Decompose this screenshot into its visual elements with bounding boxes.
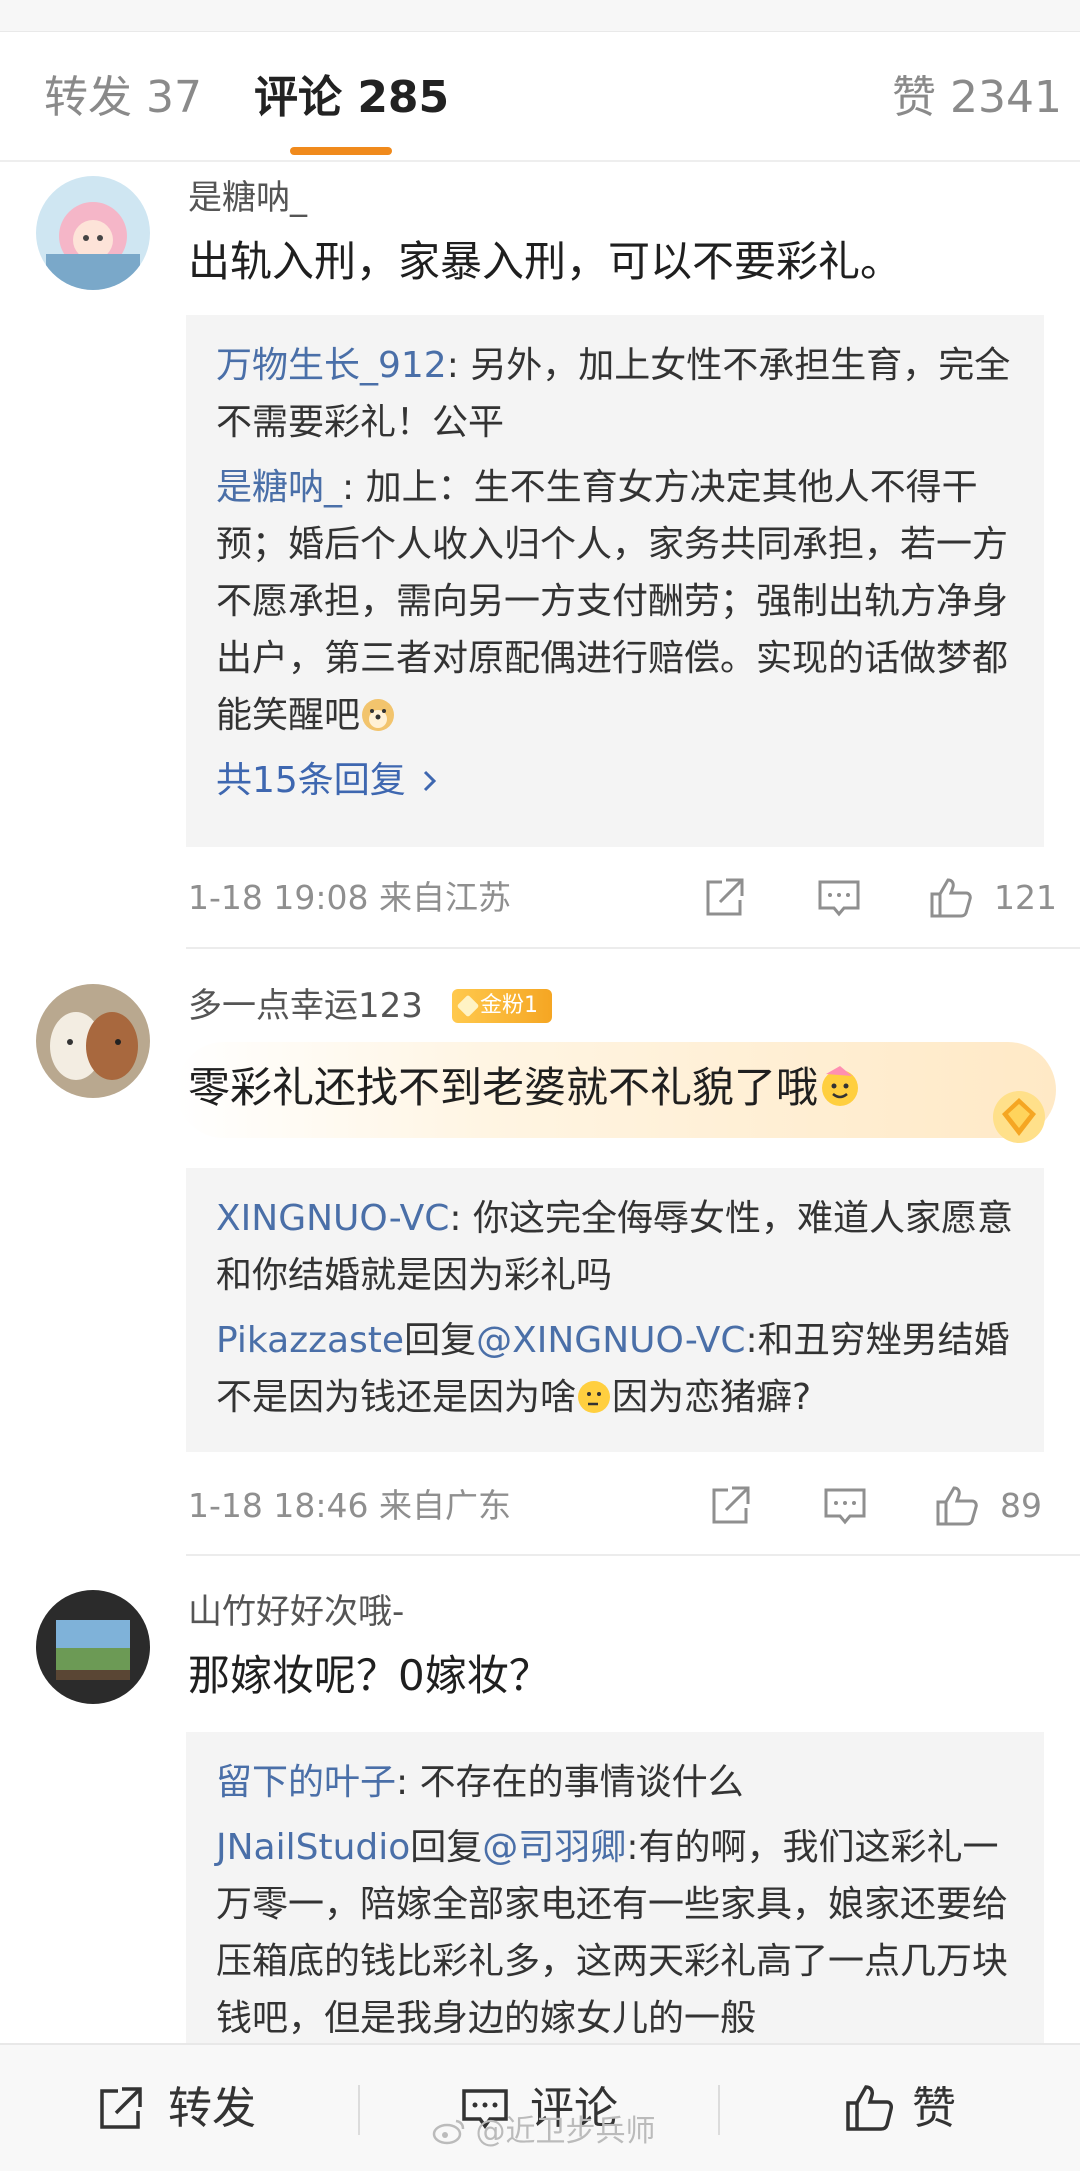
comment-divider	[186, 947, 1080, 949]
comment-text-body: 零彩礼还找不到老婆就不礼貌了哦	[188, 1063, 819, 1112]
like-count: 89	[1000, 1486, 1042, 1525]
reply-item: 是糖呐_: 加上：生不生育女方决定其他人不得干预；婚后个人收入归个人，家务共同承…	[216, 459, 1014, 744]
reply-item: 留下的叶子: 不存在的事情谈什么	[216, 1754, 1014, 1811]
tab-likes[interactable]: 赞 2341	[892, 70, 1062, 126]
gem-icon	[990, 1088, 1048, 1146]
reply-box[interactable]: 留下的叶子: 不存在的事情谈什么 JNailStudio回复@司羽卿:有的啊，我…	[186, 1732, 1044, 2052]
reply-mention[interactable]: @司羽卿	[482, 1827, 626, 1868]
gem-icon	[456, 994, 480, 1018]
doge-emoji-icon	[360, 695, 396, 736]
reply-author[interactable]: JNailStudio	[216, 1827, 410, 1868]
watermark-text: @近卫步兵师	[475, 2114, 656, 2149]
party-emoji-icon	[818, 1063, 862, 1112]
avatar[interactable]	[36, 176, 150, 290]
comment-actions: 89	[0, 1484, 1080, 1528]
active-tab-indicator	[290, 147, 392, 155]
bottom-like-button[interactable]: 赞	[844, 2045, 1004, 2171]
avatar[interactable]	[36, 1590, 150, 1704]
like-icon[interactable]	[934, 1484, 980, 1528]
bottom-comment-button[interactable]: 评论	[460, 2045, 660, 2171]
reply-box[interactable]: 万物生长_912: 另外，加上女性不承担生育，完全不需要彩礼！公平 是糖呐_: …	[186, 315, 1044, 847]
fan-badge[interactable]: 金粉1	[452, 989, 552, 1023]
tab-bar: 转发 37 评论 285 赞 2341	[0, 32, 1080, 162]
bottom-like-label: 赞	[912, 2083, 956, 2134]
comment-username[interactable]: 是糖呐_	[188, 176, 307, 220]
share-icon[interactable]	[708, 1484, 754, 1528]
reply-author[interactable]: Pikazzaste	[216, 1320, 404, 1361]
like-icon	[844, 2083, 894, 2137]
reply-text-tail: 因为恋猪癖?	[612, 1377, 812, 1418]
weibo-logo-icon	[432, 2114, 466, 2149]
comment-icon[interactable]	[822, 1484, 868, 1528]
reply-item: XINGNUO-VC: 你这完全侮辱女性，难道人家愿意和你结婚就是因为彩礼吗	[216, 1190, 1014, 1304]
like-icon[interactable]	[928, 876, 974, 920]
comment-username[interactable]: 山竹好好次哦-	[188, 1590, 404, 1634]
comment-username[interactable]: 多一点幸运123	[188, 984, 423, 1028]
fan-badge-label: 金粉1	[480, 993, 538, 1018]
watermark: @近卫步兵师	[432, 2112, 656, 2152]
bottom-repost-button[interactable]: 转发	[96, 2045, 296, 2171]
top-strip	[0, 0, 1080, 32]
comment-icon[interactable]	[816, 876, 862, 920]
reply-author[interactable]: 是糖呐_	[216, 467, 342, 508]
thinking-emoji-icon	[576, 1377, 612, 1418]
reply-author[interactable]: 万物生长_912	[216, 345, 447, 386]
reply-text: : 不存在的事情谈什么	[396, 1762, 744, 1803]
reply-word: 回复	[404, 1320, 477, 1361]
reply-item: 万物生长_912: 另外，加上女性不承担生育，完全不需要彩礼！公平	[216, 337, 1014, 451]
view-all-replies-link[interactable]: 共15条回复	[216, 752, 1014, 809]
like-count: 121	[994, 878, 1057, 917]
comment-actions: 121	[0, 876, 1080, 920]
bottom-separator	[718, 2085, 720, 2135]
avatar[interactable]	[36, 984, 150, 1098]
chevron-right-icon	[417, 760, 443, 801]
comment-item: 是糖呐_ 出轨入刑，家暴入刑，可以不要彩礼。 万物生长_912: 另外，加上女性…	[0, 176, 1080, 946]
reply-box[interactable]: XINGNUO-VC: 你这完全侮辱女性，难道人家愿意和你结婚就是因为彩礼吗 P…	[186, 1168, 1044, 1452]
tab-repost[interactable]: 转发 37	[44, 70, 202, 126]
reply-item: JNailStudio回复@司羽卿:有的啊，我们这彩礼一万零一，陪嫁全部家电还有…	[216, 1819, 1014, 2047]
comment-item: 多一点幸运123 金粉1 零彩礼还找不到老婆就不礼貌了哦 XINGNUO-VC:…	[0, 984, 1080, 1554]
reply-author[interactable]: XINGNUO-VC	[216, 1198, 449, 1239]
share-icon	[96, 2085, 146, 2137]
reply-mention[interactable]: @XINGNUO-VC	[476, 1320, 745, 1361]
comment-divider	[186, 1554, 1080, 1556]
share-icon[interactable]	[702, 876, 748, 920]
view-all-replies-label[interactable]: 共15条回复	[216, 760, 406, 801]
reply-item: Pikazzaste回复@XINGNUO-VC:和丑穷矬男结婚不是因为钱还是因为…	[216, 1312, 1014, 1426]
reply-word: 回复	[410, 1827, 483, 1868]
comment-item: 山竹好好次哦- 那嫁妆呢？0嫁妆？ 留下的叶子: 不存在的事情谈什么 JNail…	[0, 1590, 1080, 2052]
comment-text: 零彩礼还找不到老婆就不礼貌了哦	[188, 1060, 862, 1116]
bottom-separator	[358, 2085, 360, 2135]
bottom-repost-label: 转发	[168, 2083, 256, 2134]
comment-text: 那嫁妆呢？0嫁妆？	[188, 1651, 551, 1700]
comment-text: 出轨入刑，家暴入刑，可以不要彩礼。	[188, 237, 903, 286]
tab-comments[interactable]: 评论 285	[254, 70, 449, 126]
reply-author[interactable]: 留下的叶子	[216, 1762, 396, 1803]
